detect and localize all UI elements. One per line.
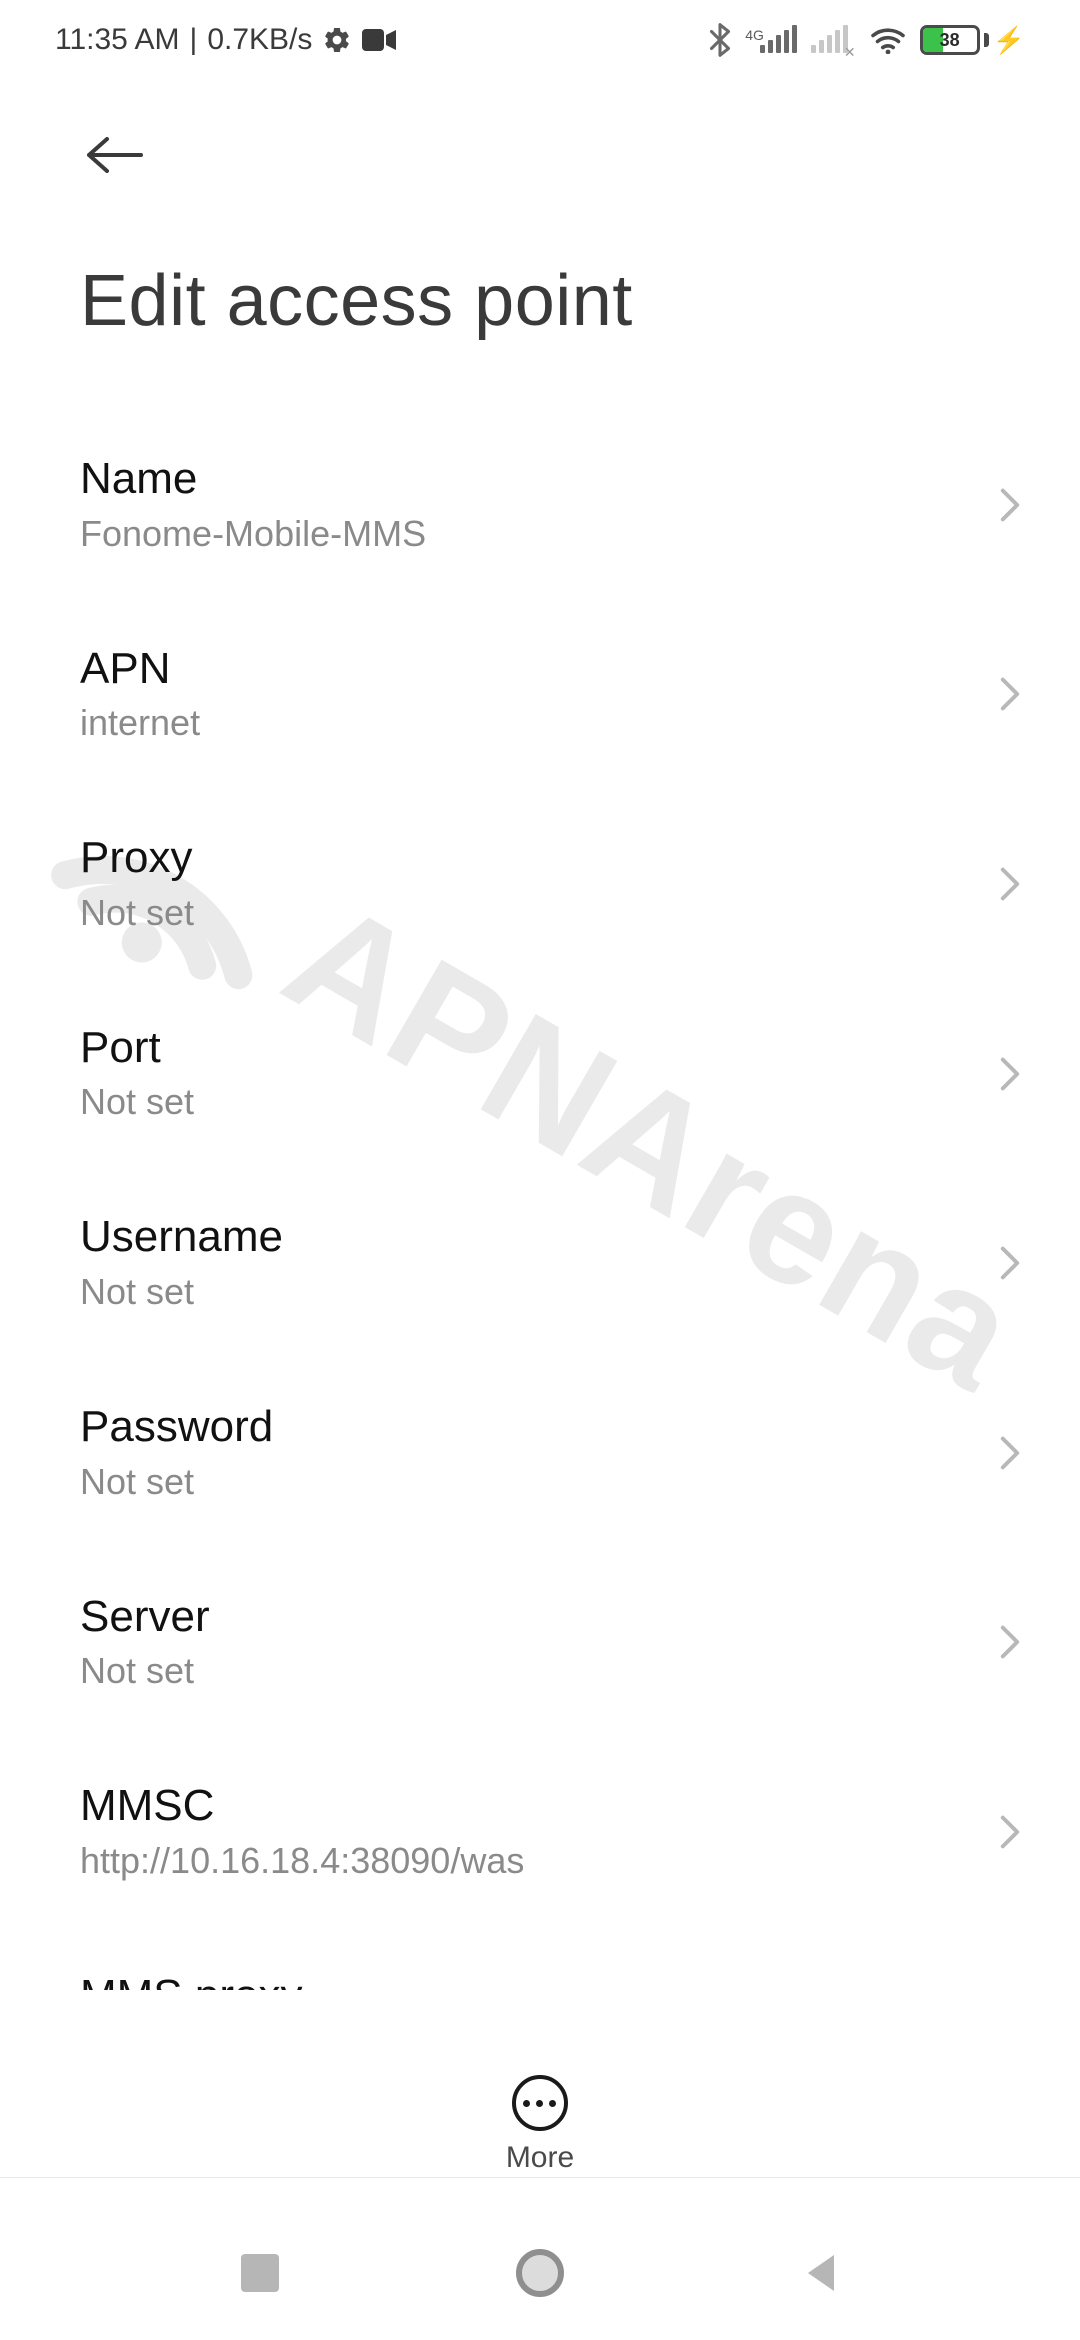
- row-mmsc-label: MMSC: [80, 1781, 970, 1832]
- row-mmsproxy-label: MMS proxy: [80, 1971, 970, 1990]
- row-name[interactable]: Name Fonome-Mobile-MMS: [80, 410, 1030, 600]
- chevron-right-icon: [990, 1622, 1030, 1662]
- chevron-right-icon: [990, 864, 1030, 904]
- chevron-right-icon: [990, 1054, 1030, 1094]
- row-mmsc[interactable]: MMSC http://10.16.18.4:38090/was: [80, 1737, 1030, 1927]
- row-username-label: Username: [80, 1212, 970, 1263]
- chevron-right-icon: [990, 1433, 1030, 1473]
- more-button[interactable]: More: [506, 2075, 574, 2175]
- nav-back-button[interactable]: [785, 2238, 855, 2308]
- row-password-value: Not set: [80, 1459, 970, 1504]
- row-port[interactable]: Port Not set: [80, 979, 1030, 1169]
- row-proxy-label: Proxy: [80, 833, 970, 884]
- row-password-label: Password: [80, 1402, 970, 1453]
- row-mms-proxy[interactable]: MMS proxy 10.16.18.77: [80, 1927, 1030, 1990]
- nav-recent-button[interactable]: [225, 2238, 295, 2308]
- row-username-value: Not set: [80, 1269, 970, 1314]
- chevron-right-icon: [990, 1812, 1030, 1852]
- more-label: More: [506, 2141, 574, 2175]
- bottom-divider: [0, 2177, 1080, 2178]
- row-proxy[interactable]: Proxy Not set: [80, 789, 1030, 979]
- row-server-value: Not set: [80, 1648, 970, 1693]
- row-apn-value: internet: [80, 700, 970, 745]
- row-server[interactable]: Server Not set: [80, 1548, 1030, 1738]
- chevron-right-icon: [990, 674, 1030, 714]
- navigation-bar: [0, 2205, 1080, 2340]
- row-apn-label: APN: [80, 644, 970, 695]
- settings-list: Name Fonome-Mobile-MMS APN internet Prox…: [0, 410, 1080, 1990]
- row-mmsc-value: http://10.16.18.4:38090/was: [80, 1838, 970, 1883]
- more-icon: [512, 2075, 568, 2131]
- row-password[interactable]: Password Not set: [80, 1358, 1030, 1548]
- row-port-value: Not set: [80, 1079, 970, 1124]
- row-name-label: Name: [80, 454, 970, 505]
- row-apn[interactable]: APN internet: [80, 600, 1030, 790]
- chevron-right-icon: [990, 1243, 1030, 1283]
- nav-home-button[interactable]: [505, 2238, 575, 2308]
- row-proxy-value: Not set: [80, 890, 970, 935]
- row-port-label: Port: [80, 1023, 970, 1074]
- chevron-right-icon: [990, 485, 1030, 525]
- row-server-label: Server: [80, 1592, 970, 1643]
- row-name-value: Fonome-Mobile-MMS: [80, 511, 970, 556]
- row-username[interactable]: Username Not set: [80, 1168, 1030, 1358]
